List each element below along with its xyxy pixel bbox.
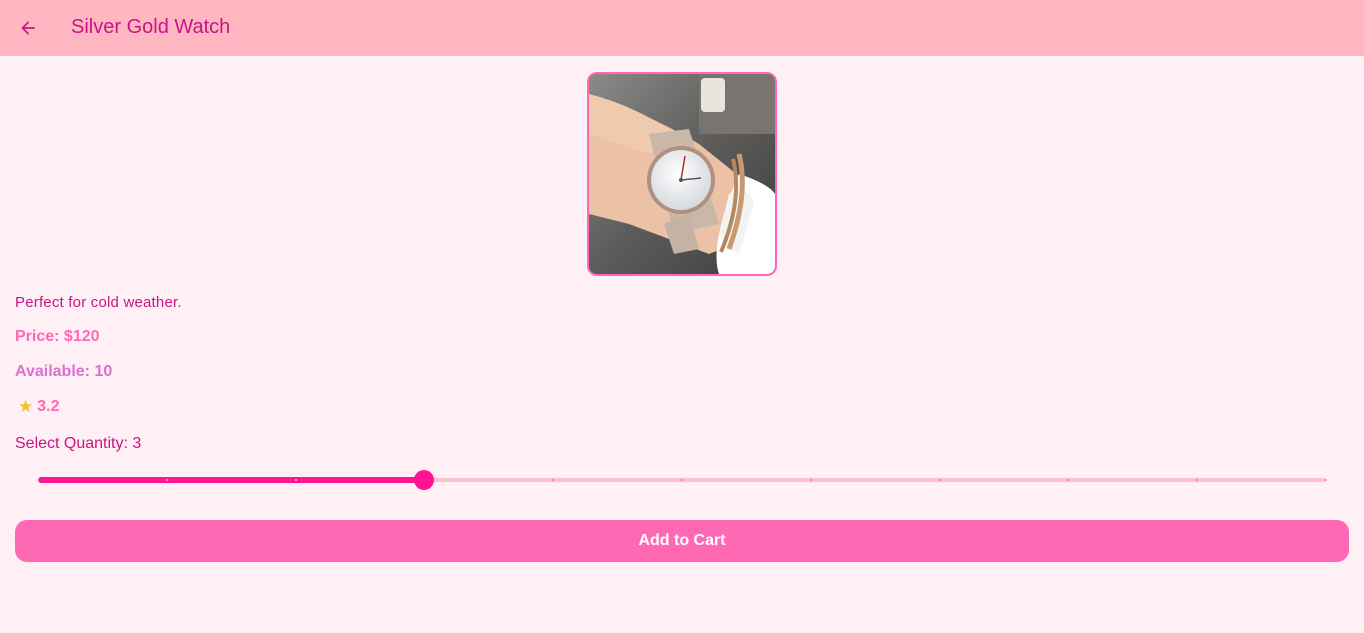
product-image [587,72,777,276]
slider-tick [294,479,297,481]
slider-tick [809,479,812,481]
product-description: Perfect for cold weather. [15,294,182,311]
slider-tick [938,479,941,481]
slider-tick [681,479,683,481]
page-title: Silver Gold Watch [71,16,231,38]
watch-photo [589,74,775,274]
quantity-slider[interactable] [37,468,1327,492]
app-bar: Silver Gold Watch [0,0,1364,56]
star-icon: ★ [18,397,34,416]
product-rating: ★ 3.2 [18,397,60,417]
slider-thumb[interactable] [414,470,435,490]
slider-tick [1325,479,1327,481]
add-to-cart-button[interactable]: Add to Cart [15,520,1349,562]
quantity-label: Select Quantity: 3 [15,435,142,452]
product-price: Price: $120 [15,328,100,345]
slider-tick [165,479,168,481]
rating-value: 3.2 [37,398,60,415]
product-availability: Available: 10 [15,363,113,380]
slider-tick [37,479,39,481]
slider-track-active [38,477,425,483]
arrow-back-icon[interactable] [14,14,42,42]
